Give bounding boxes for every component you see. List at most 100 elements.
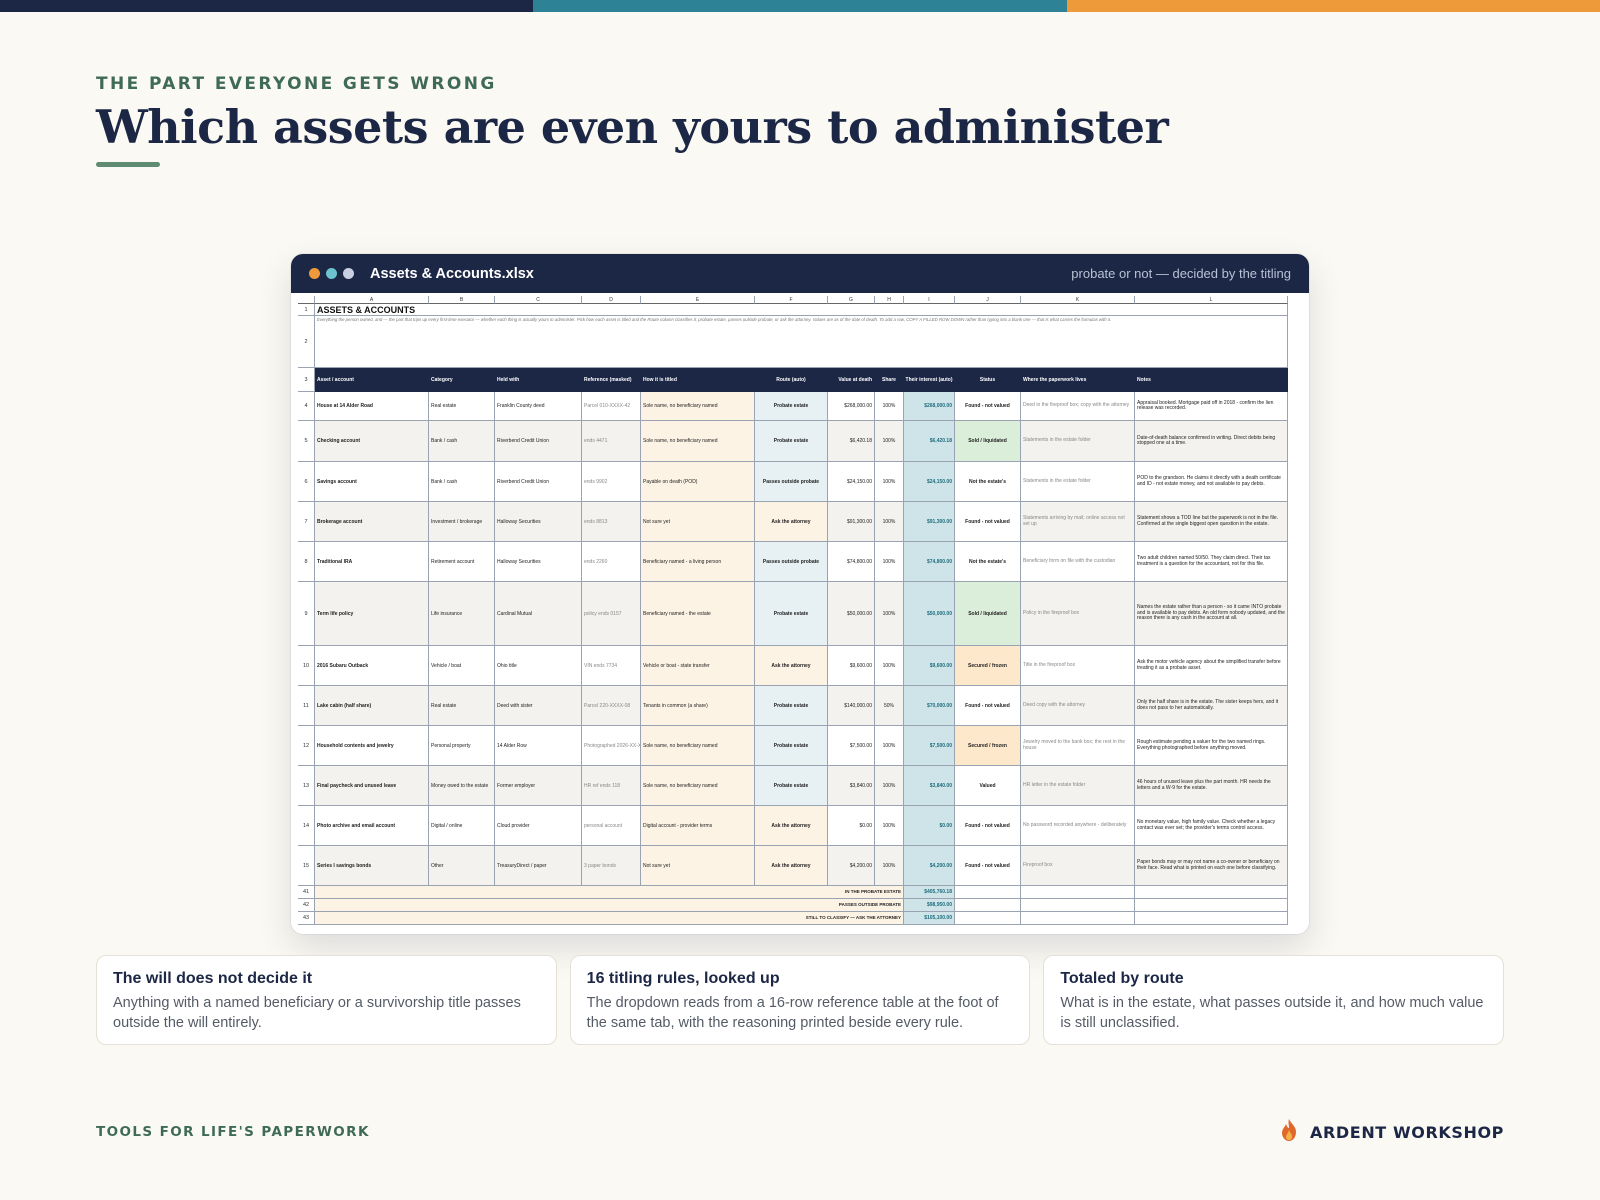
cell-route[interactable]: Ask the attorney (755, 806, 828, 846)
column-header-f[interactable]: F (755, 296, 828, 304)
cell-category[interactable]: Retirement account (429, 542, 495, 582)
empty-cell[interactable] (1135, 886, 1288, 899)
cell-titled[interactable]: Payable on death (POD) (641, 462, 755, 502)
column-header-k[interactable]: K (1021, 296, 1135, 304)
row-number[interactable]: 14 (298, 806, 315, 846)
cell-status[interactable]: Found - not valued (955, 502, 1021, 542)
cell-interest[interactable]: $7,500.00 (904, 726, 955, 766)
cell-category[interactable]: Real estate (429, 686, 495, 726)
header-cell[interactable]: Held with (495, 368, 582, 392)
cell-notes[interactable]: POD to the grandson. He claims it direct… (1135, 462, 1288, 502)
cell-category[interactable]: Other (429, 846, 495, 886)
header-cell[interactable]: Share (875, 368, 904, 392)
cell-notes[interactable]: Names the estate rather than a person - … (1135, 582, 1288, 646)
column-header-e[interactable]: E (641, 296, 755, 304)
cell-asset[interactable]: Lake cabin (half share) (315, 686, 429, 726)
cell-held[interactable]: Ohio title (495, 646, 582, 686)
cell-interest[interactable]: $4,200.00 (904, 846, 955, 886)
cell-notes[interactable]: Two adult children named 50/50. They cla… (1135, 542, 1288, 582)
cell-held[interactable]: Riverbend Credit Union (495, 462, 582, 502)
column-header-l[interactable]: L (1135, 296, 1288, 304)
cell-notes[interactable]: Paper bonds may or may not name a co-own… (1135, 846, 1288, 886)
total-label[interactable]: IN THE PROBATE ESTATE (315, 886, 904, 899)
cell-held[interactable]: Franklin County deed (495, 392, 582, 421)
cell-interest[interactable]: $74,800.00 (904, 542, 955, 582)
cell-status[interactable]: Found - not valued (955, 806, 1021, 846)
empty-cell[interactable] (955, 899, 1021, 912)
cell-where[interactable]: Beneficiary form on file with the custod… (1021, 542, 1135, 582)
cell-category[interactable]: Investment / brokerage (429, 502, 495, 542)
cell-titled[interactable]: Sole name, no beneficiary named (641, 392, 755, 421)
cell-route[interactable]: Probate estate (755, 392, 828, 421)
cell-where[interactable]: Policy in the fireproof box (1021, 582, 1135, 646)
cell-interest[interactable]: $268,000.00 (904, 392, 955, 421)
cell-value[interactable]: $140,000.00 (828, 686, 875, 726)
cell-category[interactable]: Bank / cash (429, 462, 495, 502)
cell-titled[interactable]: Beneficiary named - the estate (641, 582, 755, 646)
cell-asset[interactable]: House at 14 Alder Road (315, 392, 429, 421)
cell-category[interactable]: Personal property (429, 726, 495, 766)
cell-interest[interactable]: $91,300.00 (904, 502, 955, 542)
header-cell[interactable]: Notes (1135, 368, 1288, 392)
cell-status[interactable]: Not the estate's (955, 542, 1021, 582)
cell-asset[interactable]: Household contents and jewelry (315, 726, 429, 766)
cell-share[interactable]: 100% (875, 502, 904, 542)
cell-notes[interactable]: Only the half share is in the estate. Th… (1135, 686, 1288, 726)
cell-route[interactable]: Probate estate (755, 582, 828, 646)
cell-share[interactable]: 100% (875, 846, 904, 886)
cell-value[interactable]: $6,420.18 (828, 421, 875, 462)
cell-where[interactable]: Fireproof box (1021, 846, 1135, 886)
row-number[interactable]: 4 (298, 392, 315, 421)
cell-share[interactable]: 100% (875, 462, 904, 502)
cell-where[interactable]: Deed in the fireproof box; copy with the… (1021, 392, 1135, 421)
cell-route[interactable]: Passes outside probate (755, 462, 828, 502)
cell-share[interactable]: 100% (875, 392, 904, 421)
empty-cell[interactable] (1135, 899, 1288, 912)
cell-titled[interactable]: Sole name, no beneficiary named (641, 726, 755, 766)
cell-value[interactable]: $0.00 (828, 806, 875, 846)
cell-value[interactable]: $3,840.00 (828, 766, 875, 806)
cell-status[interactable]: Secured / frozen (955, 646, 1021, 686)
cell-where[interactable]: Jewelry moved to the bank box; the rest … (1021, 726, 1135, 766)
cell-route[interactable]: Ask the attorney (755, 646, 828, 686)
cell-route[interactable]: Probate estate (755, 421, 828, 462)
cell-ref[interactable]: ends 4471 (582, 421, 641, 462)
header-cell[interactable]: Reference (masked) (582, 368, 641, 392)
cell-route[interactable]: Ask the attorney (755, 846, 828, 886)
cell-ref[interactable]: personal account (582, 806, 641, 846)
cell-category[interactable]: Vehicle / boat (429, 646, 495, 686)
cell-notes[interactable]: Appraisal booked. Mortgage paid off in 2… (1135, 392, 1288, 421)
cell-value[interactable]: $9,600.00 (828, 646, 875, 686)
cell-value[interactable]: $7,500.00 (828, 726, 875, 766)
cell-status[interactable]: Sold / liquidated (955, 582, 1021, 646)
cell-ref[interactable]: ends 8813 (582, 502, 641, 542)
cell-titled[interactable]: Not sure yet (641, 846, 755, 886)
cell-route[interactable]: Passes outside probate (755, 542, 828, 582)
header-cell[interactable]: How it is titled (641, 368, 755, 392)
column-header-d[interactable]: D (582, 296, 641, 304)
cell-value[interactable]: $268,000.00 (828, 392, 875, 421)
cell-ref[interactable]: ends 2260 (582, 542, 641, 582)
cell-ref[interactable]: VIN ends 7734 (582, 646, 641, 686)
cell-status[interactable]: Sold / liquidated (955, 421, 1021, 462)
row-number[interactable]: 8 (298, 542, 315, 582)
cell-notes[interactable]: Statement shows a TOD line but the paper… (1135, 502, 1288, 542)
cell-asset[interactable]: 2016 Subaru Outback (315, 646, 429, 686)
cell-ref[interactable]: policy ends 0157 (582, 582, 641, 646)
empty-cell[interactable] (1135, 912, 1288, 925)
cell-share[interactable]: 100% (875, 726, 904, 766)
cell-asset[interactable]: Brokerage account (315, 502, 429, 542)
cell-notes[interactable]: Date-of-death balance confirmed in writi… (1135, 421, 1288, 462)
cell-where[interactable]: Statements in the estate folder (1021, 421, 1135, 462)
cell-where[interactable]: No password recorded anywhere - delibera… (1021, 806, 1135, 846)
cell-share[interactable]: 100% (875, 542, 904, 582)
cell-titled[interactable]: Beneficiary named - a living person (641, 542, 755, 582)
row-number[interactable]: 7 (298, 502, 315, 542)
row-number[interactable]: 2 (298, 316, 315, 368)
cell-asset[interactable]: Checking account (315, 421, 429, 462)
cell-category[interactable]: Digital / online (429, 806, 495, 846)
cell-route[interactable]: Probate estate (755, 686, 828, 726)
column-header-i[interactable]: I (904, 296, 955, 304)
total-label[interactable]: PASSES OUTSIDE PROBATE (315, 899, 904, 912)
cell-interest[interactable]: $9,600.00 (904, 646, 955, 686)
